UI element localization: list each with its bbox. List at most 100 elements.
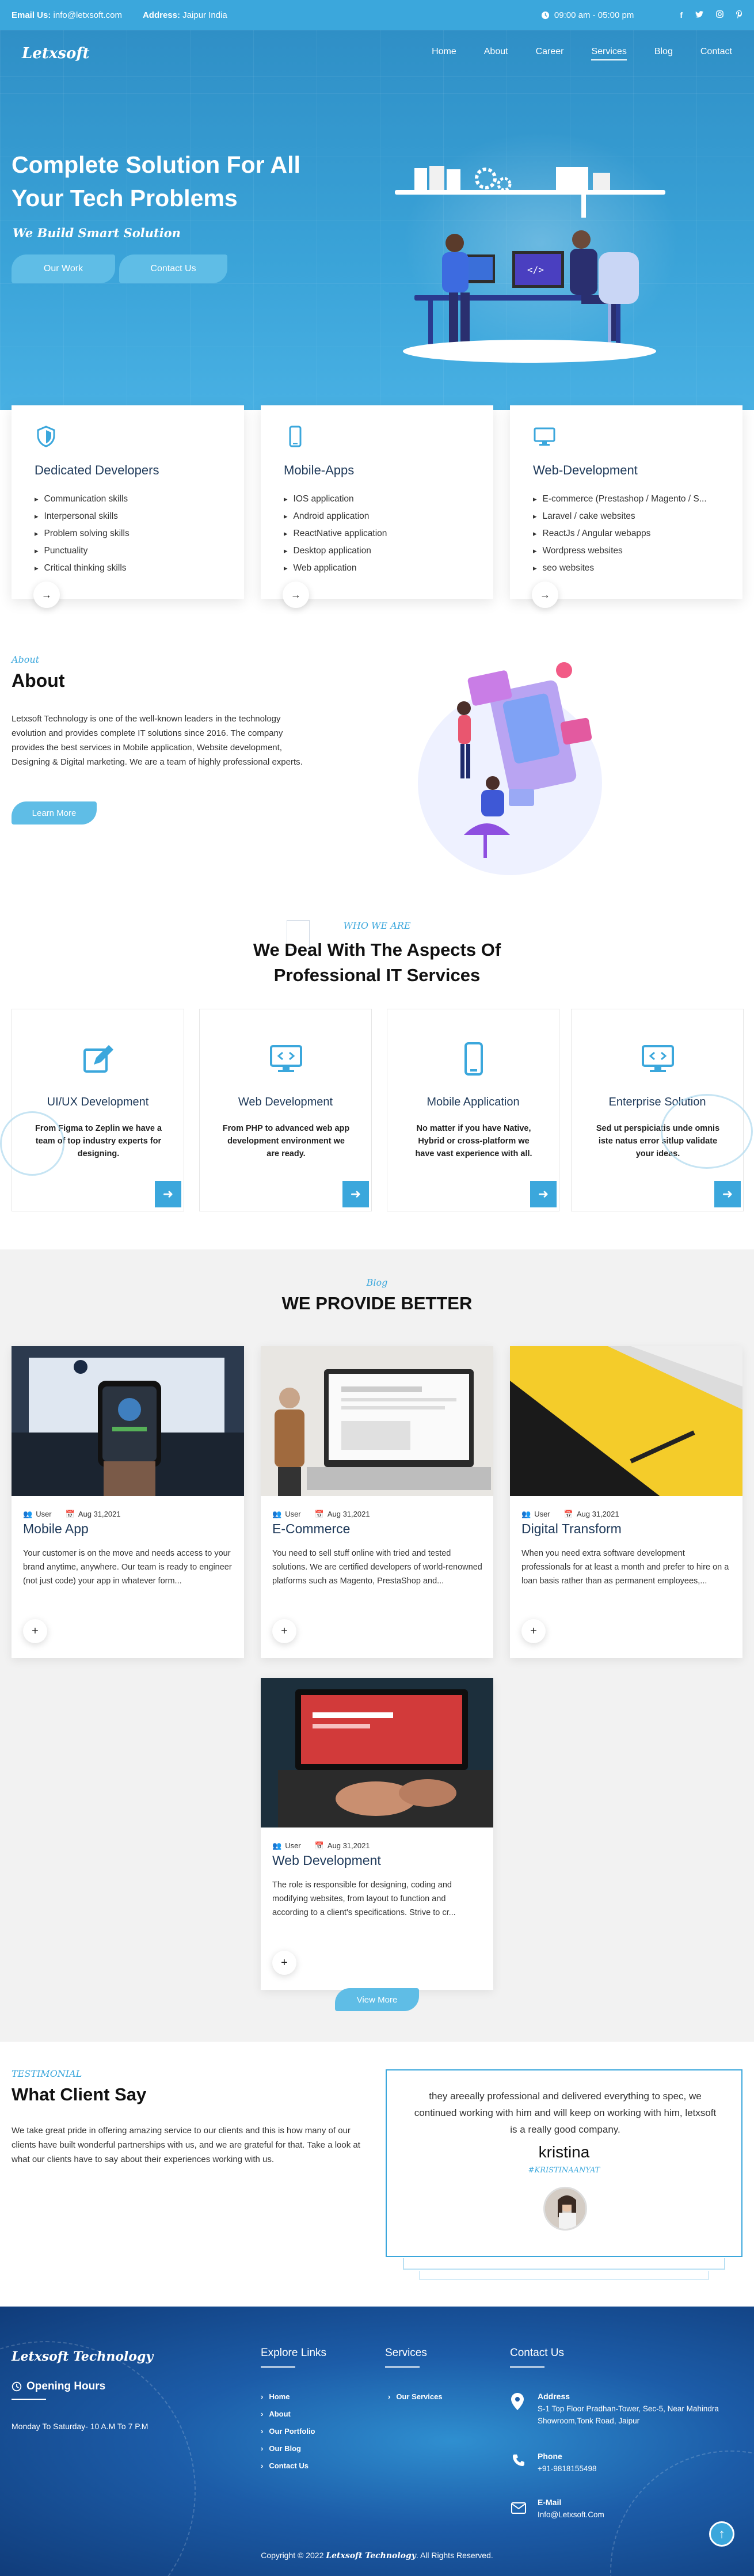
blog-image — [12, 1346, 244, 1496]
nav-item-services[interactable]: Services — [591, 47, 627, 60]
footer-link-home[interactable]: Home — [261, 2388, 315, 2406]
aspects-eyebrow: WHO WE ARE — [343, 920, 411, 931]
plus-icon[interactable]: + — [272, 1951, 296, 1975]
blog-meta: 👥 User 📅 Aug 31,2021 — [23, 1510, 121, 1518]
blog-title: WE PROVIDE BETTER — [281, 1293, 473, 1313]
nav-item-contact[interactable]: Contact — [700, 47, 732, 60]
blog-card-mobile-app[interactable]: 👥 User 📅 Aug 31,2021 Mobile App Your custo… — [12, 1346, 244, 1658]
footer-link-our-services[interactable]: Our Services — [388, 2388, 442, 2406]
blog-excerpt: When you need extra software development… — [521, 1549, 729, 1586]
plus-icon[interactable]: + — [23, 1619, 47, 1643]
plus-icon[interactable]: + — [272, 1619, 296, 1643]
service-card-title: Dedicated Developers — [35, 463, 159, 477]
decor-circle — [0, 1111, 64, 1176]
arrow-right-icon[interactable]: → — [33, 582, 60, 608]
aspect-card-web: Web Development From PHP to advanced web… — [199, 1009, 372, 1211]
list-item: Desktop application — [284, 542, 479, 560]
client-name: kristina — [538, 2143, 590, 2161]
explore-links: Home About Our Portfolio Our Blog Contac… — [261, 2388, 315, 2475]
list-item: Laravel / cake websites — [533, 508, 729, 525]
list-item: Wordpress websites — [533, 542, 729, 560]
arrow-right-icon[interactable]: → — [532, 582, 558, 608]
twitter-icon[interactable] — [695, 10, 703, 20]
code-monitor-icon — [270, 1045, 302, 1072]
blog-meta: 👥 User 📅 Aug 31,2021 — [272, 1510, 370, 1518]
avatar — [543, 2187, 587, 2231]
arrow-right-icon[interactable]: ➜ — [530, 1181, 557, 1207]
service-card-web-development: Web-Development E-commerce (Prestashop /… — [510, 405, 742, 608]
blog-image — [261, 1678, 493, 1827]
contact-us-button[interactable]: Contact Us — [119, 254, 227, 283]
footer-link-portfolio[interactable]: Our Portfolio — [261, 2423, 315, 2440]
hero-title: Complete Solution For All Your Tech Prob… — [12, 151, 300, 211]
about-text: Letxsoft Technology is one of the well-k… — [12, 714, 303, 767]
nav-item-blog[interactable]: Blog — [654, 47, 673, 60]
calendar-icon: 📅 — [563, 1510, 573, 1518]
arrow-right-icon[interactable]: → — [283, 582, 309, 608]
list-item: ReactJs / Angular webapps — [533, 525, 729, 542]
list-item: Problem solving skills — [35, 525, 230, 542]
service-card-mobile-apps: Mobile-Apps IOS application Android appl… — [261, 405, 493, 608]
calendar-icon: 📅 — [314, 1841, 324, 1850]
service-card-title: Mobile-Apps — [284, 463, 355, 477]
list-item: ReactNative application — [284, 525, 479, 542]
services-links: Our Services — [388, 2388, 442, 2406]
hero-tagline: We Build Smart Solution — [13, 226, 181, 240]
our-work-button[interactable]: Our Work — [12, 254, 115, 283]
view-more-button[interactable]: View More — [335, 1988, 419, 2011]
list-item: seo websites — [533, 560, 729, 577]
list-item: Android application — [284, 508, 479, 525]
blog-title-text: Mobile App — [23, 1521, 89, 1536]
svg-text:</>: </> — [527, 264, 544, 275]
calendar-icon: 📅 — [314, 1510, 324, 1518]
footer: Letxsoft Technology Opening Hours Monday… — [0, 2307, 754, 2576]
scroll-top-button[interactable]: ↑ — [709, 2521, 734, 2547]
footer-link-about[interactable]: About — [261, 2406, 315, 2423]
list-item: Critical thinking skills — [35, 560, 230, 577]
social-links: f — [680, 10, 742, 20]
footer-logo[interactable]: Letxsoft Technology — [12, 2349, 153, 2364]
testimonial-title: What Client Say — [12, 2084, 147, 2104]
email-icon — [511, 2502, 526, 2514]
footer-link-contact[interactable]: Contact Us — [261, 2457, 315, 2475]
blog-card-ecommerce[interactable]: 👥 User 📅 Aug 31,2021 E-Commerce You need t… — [261, 1346, 493, 1658]
location-pin-icon — [511, 2393, 524, 2410]
email-info: Email Us: info@letxsoft.com — [12, 10, 122, 20]
code-monitor-icon — [642, 1045, 674, 1072]
nav-item-about[interactable]: About — [484, 47, 508, 60]
list-item: E-commerce (Prestashop / Magento / S... — [533, 491, 729, 508]
blog-card-digital-transform[interactable]: 👥 User 📅 Aug 31,2021 Digital Transform Whe… — [510, 1346, 742, 1658]
user-icon: 👥 — [521, 1510, 531, 1518]
instagram-icon[interactable] — [716, 10, 723, 20]
nav-item-home[interactable]: Home — [432, 47, 456, 60]
copyright: Copyright © 2022 Letxsoft Technology. Al… — [261, 2551, 493, 2560]
blog-meta: 👥 User 📅 Aug 31,2021 — [521, 1510, 619, 1518]
site-logo[interactable]: Letxsoft — [22, 45, 90, 62]
service-list: IOS application Android application Reac… — [284, 491, 479, 577]
about-illustration — [418, 662, 602, 875]
facebook-icon[interactable]: f — [680, 10, 683, 20]
email-link[interactable]: info@letxsoft.com — [54, 10, 122, 20]
arrow-right-icon[interactable]: ➜ — [155, 1181, 181, 1207]
blog-title-text: Web Development — [272, 1853, 381, 1868]
blog-excerpt: Your customer is on the move and needs a… — [23, 1549, 232, 1586]
service-list: E-commerce (Prestashop / Magento / S... … — [533, 491, 729, 577]
user-icon: 👥 — [272, 1841, 282, 1850]
testimonial-quote: they areeally professional and delivered… — [414, 2091, 717, 2135]
nav-menu: Home About Career Services Blog Contact — [432, 47, 732, 60]
blog-card-web-development[interactable]: 👥 User 📅 Aug 31,2021 Web Development The r… — [261, 1678, 493, 1990]
nav-item-career[interactable]: Career — [536, 47, 564, 60]
arrow-right-icon[interactable]: ➜ — [714, 1181, 741, 1207]
footer-link-blog[interactable]: Our Blog — [261, 2440, 315, 2457]
clock-icon — [541, 11, 549, 19]
arrow-right-icon[interactable]: ➜ — [342, 1181, 369, 1207]
aspect-card-text: From PHP to advanced web app development… — [222, 1124, 350, 1158]
blog-eyebrow: Blog — [366, 1277, 388, 1288]
clock-icon — [12, 2381, 22, 2392]
services-title: Services — [385, 2347, 427, 2359]
learn-more-button[interactable]: Learn More — [12, 801, 97, 825]
list-item: Interpersonal skills — [35, 508, 230, 525]
pinterest-icon[interactable] — [736, 10, 742, 20]
plus-icon[interactable]: + — [521, 1619, 546, 1643]
service-card-developers: Dedicated Developers Communication skill… — [12, 405, 244, 608]
